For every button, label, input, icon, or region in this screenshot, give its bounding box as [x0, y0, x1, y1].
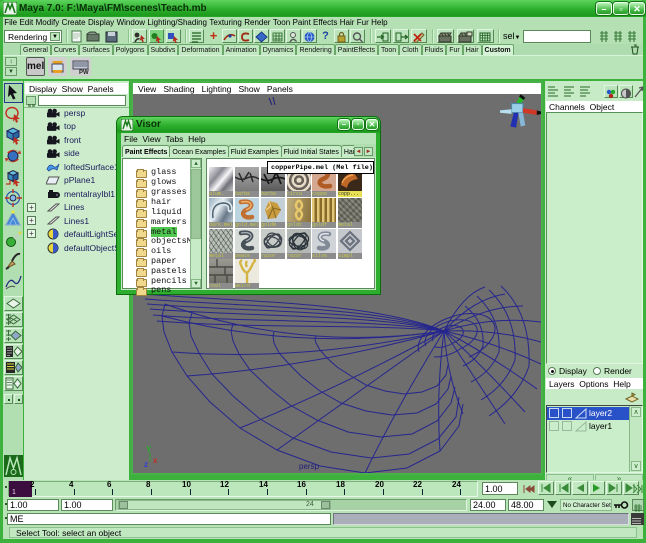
svg-text:PW: PW: [79, 70, 89, 76]
svg-text:persp: persp: [299, 462, 320, 471]
svg-text:z: z: [144, 460, 148, 469]
svg-text:Y: Y: [146, 445, 152, 454]
svg-text:x: x: [153, 456, 158, 465]
